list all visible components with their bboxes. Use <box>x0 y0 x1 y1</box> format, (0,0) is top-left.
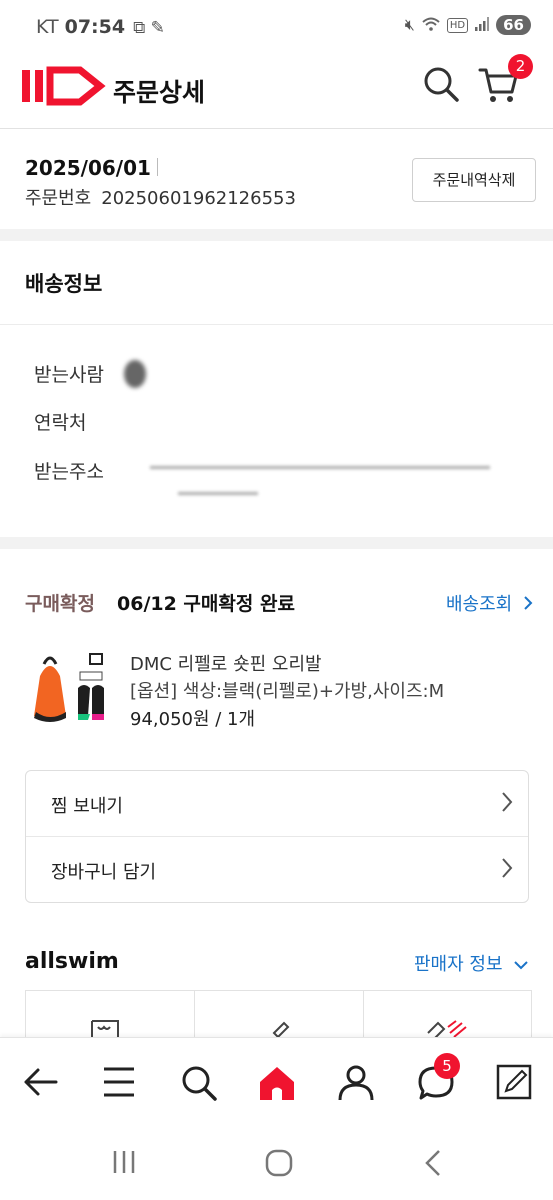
product-name[interactable]: DMC 리펠로 숏핀 오리발 <box>130 650 322 676</box>
address-label: 받는주소 <box>34 461 104 483</box>
date-divider <box>157 158 158 176</box>
status-left: KT 07:54 ⧉ ✎ <box>36 16 165 38</box>
chevron-right-icon <box>502 792 513 812</box>
purchase-confirmed-status: 06/12 구매확정 완료 <box>117 593 295 615</box>
recent-apps-icon[interactable] <box>112 1149 136 1179</box>
divider <box>0 324 553 325</box>
11st-logo[interactable] <box>20 66 106 112</box>
order-number-row: 주문번호 20250601962126553 <box>25 184 296 210</box>
carrier-label: KT <box>36 16 59 38</box>
app-header: 주문상세 <box>0 56 553 129</box>
seller-info-toggle[interactable]: 판매자 정보 <box>414 950 528 976</box>
purchase-confirmed-label: 구매확정 <box>25 593 95 615</box>
status-time: 07:54 <box>64 16 126 38</box>
chevron-right-icon <box>524 596 533 610</box>
redacted-address-line1 <box>150 466 490 469</box>
mute-icon: 🔇︎ <box>404 15 415 34</box>
product-actions-box: 찜 보내기 장바구니 담기 <box>25 770 529 903</box>
seller-info-label: 판매자 정보 <box>414 954 503 975</box>
search-icon[interactable] <box>421 64 461 108</box>
divider <box>363 991 364 1039</box>
delivery-tracking-label: 배송조회 <box>446 594 513 615</box>
contact-label: 연락처 <box>34 412 87 434</box>
menu-icon[interactable] <box>102 1064 136 1104</box>
add-to-cart-row[interactable]: 장바구니 담기 <box>26 837 528 902</box>
hd-voice-icon: HD <box>446 17 469 33</box>
delete-order-button[interactable]: 주문내역삭제 <box>412 158 536 202</box>
signal-icon <box>475 16 490 35</box>
product-option: [옵션] 색상:블랙(리펠로)+가방,사이즈:M <box>130 681 445 702</box>
screenshot-and-link-icons: ⧉ ✎ <box>133 18 165 38</box>
back-icon[interactable] <box>22 1064 58 1104</box>
seller-action-grid <box>25 990 532 1040</box>
chevron-right-icon <box>502 858 513 878</box>
send-wishlist-row[interactable]: 찜 보내기 <box>26 771 528 836</box>
home-icon[interactable] <box>258 1064 296 1106</box>
system-back-icon[interactable] <box>423 1149 443 1181</box>
section-separator <box>0 537 553 549</box>
delivery-tracking-link[interactable]: 배송조회 <box>446 590 534 616</box>
chat-count-badge: 5 <box>434 1053 460 1079</box>
battery-indicator: 66 <box>496 15 531 35</box>
section-separator <box>0 229 553 241</box>
product-thumbnail[interactable] <box>28 648 110 728</box>
page-title: 주문상세 <box>113 78 206 107</box>
my-page-icon[interactable] <box>337 1064 375 1106</box>
seller-name: allswim <box>25 949 119 974</box>
order-date: 2025/06/01 <box>25 156 151 180</box>
search-icon[interactable] <box>180 1064 218 1106</box>
home-button-icon[interactable] <box>265 1149 293 1181</box>
system-navigation-bar <box>0 1129 553 1200</box>
order-number-label: 주문번호 <box>25 188 92 209</box>
order-number-value: 20250601962126553 <box>101 188 296 209</box>
chevron-down-icon <box>514 961 528 970</box>
divider <box>194 991 195 1039</box>
cart-count-badge: 2 <box>508 54 533 79</box>
status-bar: KT 07:54 ⧉ ✎ 🔇︎ HD 66 <box>0 0 553 56</box>
redacted-address-line2 <box>178 492 258 495</box>
send-wishlist-label: 찜 보내기 <box>51 796 123 817</box>
product-price-quantity: 94,050원 / 1개 <box>130 709 256 730</box>
edit-icon[interactable] <box>496 1064 532 1104</box>
redacted-recipient <box>124 360 146 388</box>
recipient-label: 받는사람 <box>34 364 104 386</box>
add-to-cart-label: 장바구니 담기 <box>51 862 157 883</box>
bottom-navigation <box>0 1037 553 1130</box>
shipping-section-title: 배송정보 <box>25 272 103 296</box>
wifi-icon <box>422 16 440 35</box>
status-right: 🔇︎ HD 66 <box>405 15 531 35</box>
